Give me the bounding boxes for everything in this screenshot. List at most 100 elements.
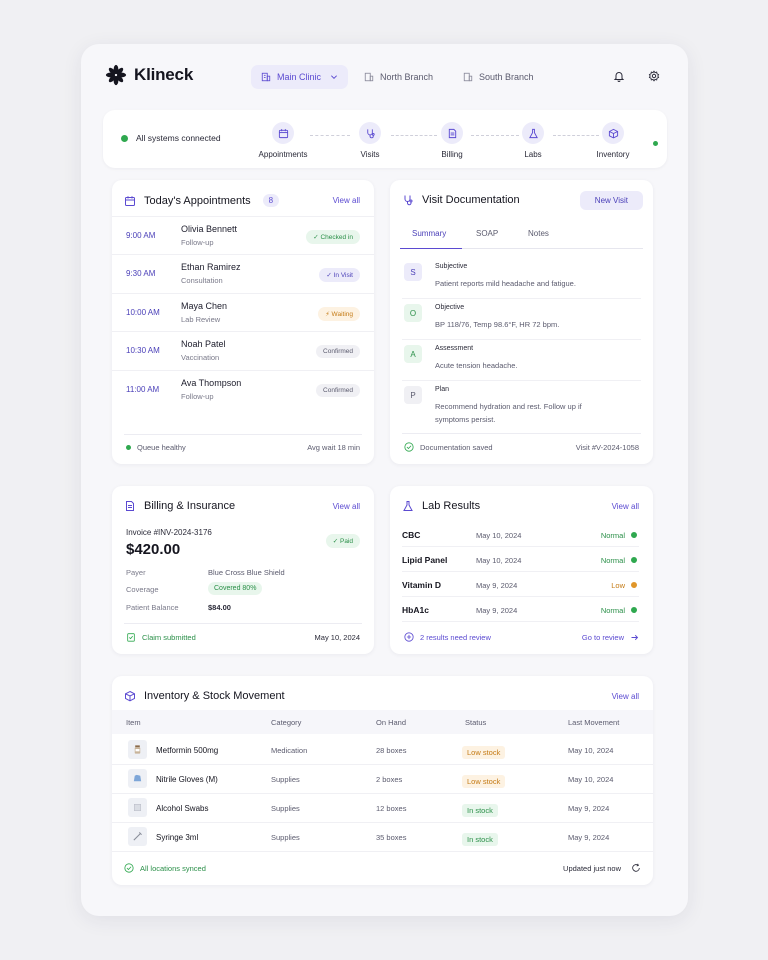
inventory-row[interactable]: Alcohol Swabs Supplies 12 boxes In stock… — [112, 794, 653, 823]
clipboard-check-icon — [127, 633, 135, 642]
payer-label: Payer — [126, 568, 146, 577]
go-to-review-link[interactable]: Go to review — [582, 633, 639, 642]
gloves-icon — [133, 774, 142, 782]
new-visit-button[interactable]: New Visit — [579, 191, 643, 210]
notifications-button[interactable] — [607, 64, 631, 88]
lab-test-name: Lipid Panel — [402, 555, 448, 565]
patient-name: Olivia Bennett — [181, 224, 238, 234]
step-billing[interactable]: Billing — [420, 122, 484, 159]
arrow-right-icon — [631, 634, 639, 640]
column-header: Last Movement — [568, 718, 620, 727]
syringe-icon — [133, 832, 142, 841]
lab-status-dot — [631, 607, 637, 613]
step-labs[interactable]: Labs — [501, 122, 565, 159]
card-title: Inventory & Stock Movement — [144, 690, 285, 702]
item-name: Nitrile Gloves (M) — [156, 775, 218, 784]
soap-title: Plan — [435, 386, 450, 393]
item-category: Supplies — [271, 804, 300, 813]
stethoscope-icon — [366, 128, 375, 138]
status-badge: ✓ In Visit — [319, 268, 360, 282]
gear-icon — [648, 70, 660, 82]
tab-notes[interactable]: Notes — [528, 229, 549, 238]
documentation-status: Documentation saved — [420, 442, 493, 452]
sync-dot — [653, 141, 658, 146]
step-visits[interactable]: Visits — [338, 122, 402, 159]
soap-letter: S — [404, 263, 422, 281]
step-appointments[interactable]: Appointments — [251, 122, 315, 159]
appointment-time: 10:00 AM — [126, 308, 160, 317]
item-thumbnail — [128, 769, 147, 788]
last-movement: May 10, 2024 — [568, 775, 614, 784]
labs-view-all-link[interactable]: View all — [612, 502, 639, 511]
flask-icon — [403, 501, 413, 511]
billing-footer: Claim submitted May 10, 2024 — [126, 630, 360, 644]
last-movement: May 10, 2024 — [568, 746, 614, 755]
refresh-icon[interactable] — [631, 863, 641, 873]
branch-tab-south[interactable]: South Branch — [453, 65, 544, 89]
top-header: Klineck Main Clinic North Branch South B… — [81, 44, 688, 108]
inventory-view-all-link[interactable]: View all — [612, 692, 639, 701]
plus-circle-icon — [404, 632, 414, 642]
labs-title: Lab Results — [402, 500, 480, 512]
document-icon — [448, 128, 456, 138]
chevron-down-icon — [331, 75, 338, 79]
status-badge: Confirmed — [316, 345, 360, 358]
appointment-row[interactable]: 9:00 AM Olivia Bennett Follow-up ✓ Check… — [112, 216, 374, 254]
system-status: All systems connected — [121, 133, 221, 143]
lab-test-name: Vitamin D — [402, 580, 442, 590]
step-label: Appointments — [258, 150, 308, 159]
calendar-icon — [125, 195, 135, 206]
appointment-row[interactable]: 9:30 AM Ethan Ramirez Consultation ✓ In … — [112, 254, 374, 292]
visit-id: Visit #V-2024-1058 — [575, 442, 639, 452]
visit-type: Consultation — [181, 276, 223, 285]
item-category: Medication — [271, 746, 308, 755]
visit-documentation-card: Visit Documentation New Visit Summary SO… — [390, 180, 653, 464]
appointment-time: 10:30 AM — [126, 346, 160, 355]
step-label: Inventory — [596, 150, 630, 159]
paid-badge: ✓ Paid — [325, 534, 360, 548]
app-logo[interactable]: Klineck — [105, 64, 193, 86]
active-tab-indicator — [400, 247, 462, 249]
item-on-hand: 2 boxes — [376, 775, 403, 784]
lab-result-row[interactable]: Lipid Panel May 10, 2024 Normal — [402, 547, 639, 572]
lab-result-row[interactable]: HbA1c May 9, 2024 Normal — [402, 597, 639, 622]
building-icon — [261, 72, 271, 82]
tab-summary[interactable]: Summary — [412, 229, 446, 238]
building-icon — [364, 72, 374, 82]
inventory-row[interactable]: Nitrile Gloves (M) Supplies 2 boxes Low … — [112, 765, 653, 794]
check-circle-icon — [404, 442, 414, 452]
lab-result-row[interactable]: CBC May 10, 2024 Normal — [402, 522, 639, 547]
stock-status-badge: In stock — [462, 833, 498, 846]
appointments-view-all-link[interactable]: View all — [333, 196, 360, 205]
soap-assessment: A Assessment Acute tension headache. — [402, 341, 641, 381]
visit-type: Vaccination — [181, 353, 220, 362]
inventory-row[interactable]: Metformin 500mg Medication 28 boxes Low … — [112, 736, 653, 765]
branch-tab-north[interactable]: North Branch — [354, 65, 443, 89]
branch-tab-main-clinic[interactable]: Main Clinic — [251, 65, 349, 89]
lab-status: Normal — [600, 606, 625, 615]
appointment-row[interactable]: 10:30 AM Noah Patel Vaccination Confirme… — [112, 331, 374, 369]
avg-wait: Avg wait 18 min — [307, 442, 360, 452]
settings-button[interactable] — [642, 64, 666, 88]
appointment-row[interactable]: 11:00 AM Ava Thompson Follow-up Confirme… — [112, 370, 374, 408]
building-icon — [463, 72, 473, 82]
card-title: Billing & Insurance — [144, 500, 236, 512]
divider — [124, 434, 362, 435]
inventory-row[interactable]: Syringe 3ml Supplies 35 boxes In stock M… — [112, 823, 653, 852]
appointment-row[interactable]: 10:00 AM Maya Chen Lab Review ⚡ Waiting — [112, 293, 374, 331]
updated-status: Updated just now — [563, 863, 621, 873]
lab-date: May 9, 2024 — [476, 606, 518, 615]
soap-subjective: S Subjective Patient reports mild headac… — [402, 259, 641, 299]
lab-test-name: CBC — [402, 530, 421, 540]
card-title: Lab Results — [422, 500, 481, 512]
queue-dot — [126, 444, 131, 450]
item-name: Alcohol Swabs — [156, 804, 209, 813]
results-need-review[interactable]: 2 results need review — [420, 633, 491, 642]
step-inventory[interactable]: Inventory — [581, 122, 645, 159]
item-on-hand: 35 boxes — [376, 833, 407, 842]
system-status-text: All systems connected — [136, 133, 221, 143]
tab-soap[interactable]: SOAP — [476, 229, 498, 238]
inventory-title: Inventory & Stock Movement — [124, 690, 285, 702]
lab-result-row[interactable]: Vitamin D May 9, 2024 Low — [402, 572, 639, 597]
billing-view-all-link[interactable]: View all — [333, 502, 360, 511]
